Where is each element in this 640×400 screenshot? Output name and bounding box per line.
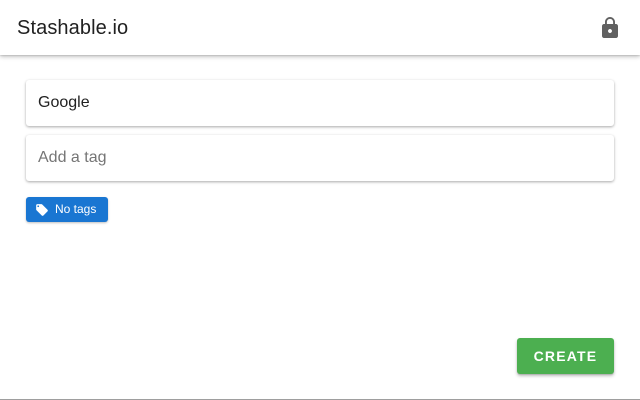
app-bar: Stashable.io: [0, 0, 640, 55]
title-input[interactable]: [38, 80, 598, 126]
create-button[interactable]: CREATE: [517, 338, 614, 374]
tag-field-card: [26, 135, 614, 181]
title-field-card: [26, 80, 614, 126]
tag-icon: [36, 204, 48, 216]
lock-button[interactable]: [598, 16, 622, 40]
no-tags-chip[interactable]: No tags: [26, 197, 108, 222]
add-tag-input[interactable]: [38, 135, 598, 181]
no-tags-label: No tags: [55, 202, 97, 216]
app-title: Stashable.io: [17, 17, 129, 39]
lock-icon: [602, 17, 618, 38]
app-window: Stashable.io No tags CREATE: [0, 0, 640, 400]
